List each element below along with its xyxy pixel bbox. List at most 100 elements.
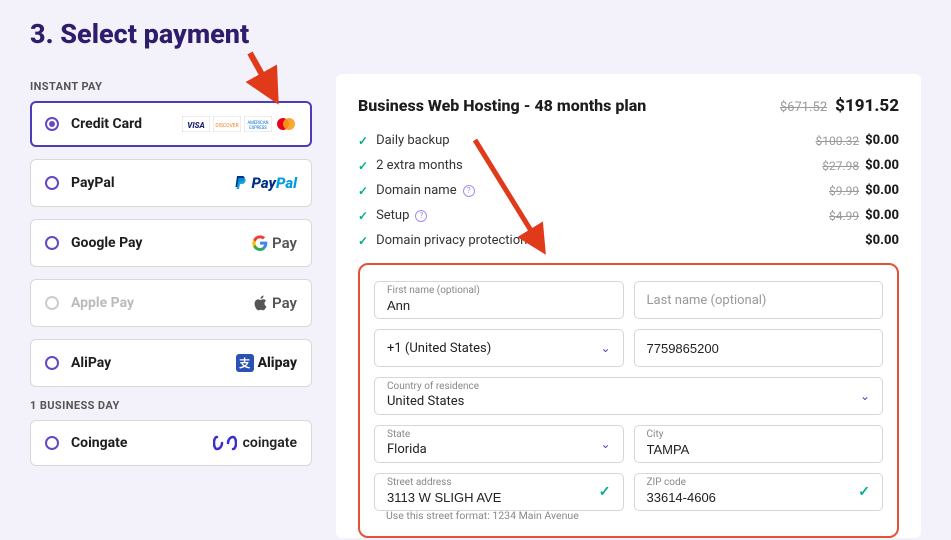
option-label: Google Pay — [71, 235, 252, 251]
country-select[interactable]: Country of residence United States ⌄ — [374, 377, 883, 415]
item-price: $0.00 — [865, 208, 899, 223]
field-placeholder: Last name (optional) — [647, 293, 767, 308]
alipay-text: Alipay — [258, 355, 297, 371]
group-instant: INSTANT PAY — [30, 80, 312, 93]
phone-cc-select[interactable]: +1 (United States) ⌄ — [374, 329, 624, 367]
gpay-logo: Pay — [252, 234, 297, 252]
item-label: Setup — [376, 208, 409, 223]
line-item: ✓ Domain privacy protection $0.00 — [358, 228, 899, 253]
state-select[interactable]: State Florida ⌄ — [374, 425, 624, 463]
plan-title: Business Web Hosting - 48 months plan — [358, 96, 646, 115]
svg-text:DISCOVER: DISCOVER — [215, 123, 238, 129]
apple-icon — [254, 295, 268, 311]
field-label: Country of residence — [387, 381, 479, 392]
check-icon: ✓ — [358, 234, 368, 248]
check-icon: ✓ — [358, 159, 368, 173]
option-label: AliPay — [71, 355, 236, 371]
coingate-icon — [213, 435, 237, 451]
item-old: $27.98 — [822, 159, 859, 173]
check-icon: ✓ — [358, 209, 368, 223]
radio-icon — [45, 117, 59, 131]
item-label: Daily backup — [376, 133, 450, 148]
coingate-logo: coingate — [213, 435, 297, 451]
discover-icon: DISCOVER — [213, 116, 241, 132]
field-label: First name (optional) — [387, 285, 480, 296]
radio-icon — [45, 356, 59, 370]
line-item: ✓ Setup? $4.99 $0.00 — [358, 203, 899, 228]
option-alipay[interactable]: AliPay 支 Alipay — [30, 339, 312, 387]
page-title: 3. Select payment — [30, 18, 921, 50]
field-label: City — [647, 429, 664, 440]
line-item: ✓ Domain name? $9.99 $0.00 — [358, 178, 899, 203]
coingate-text: coingate — [243, 435, 297, 451]
apple-pay-logo: Pay — [254, 294, 297, 312]
info-icon[interactable]: ? — [415, 210, 427, 222]
svg-text:VISA: VISA — [187, 121, 204, 130]
street-input[interactable] — [387, 490, 611, 505]
alipay-logo: 支 Alipay — [236, 354, 297, 372]
gpay-text: Pay — [272, 234, 297, 252]
city-field[interactable]: City — [634, 425, 884, 463]
option-paypal[interactable]: PayPal PayPal — [30, 159, 312, 207]
apay-text: Pay — [272, 294, 297, 312]
chevron-down-icon: ⌄ — [860, 389, 870, 403]
phone-field[interactable] — [634, 329, 884, 367]
valid-check-icon: ✓ — [858, 484, 870, 500]
option-coingate[interactable]: Coingate coingate — [30, 420, 312, 466]
field-label: State — [387, 429, 410, 440]
google-g-icon — [252, 235, 268, 251]
amex-icon: AMERICANEXPRESS — [244, 116, 272, 132]
phone-cc-value: +1 (United States) — [387, 341, 611, 356]
item-price: $0.00 — [865, 233, 899, 248]
option-apple-pay: Apple Pay Pay — [30, 279, 312, 327]
option-google-pay[interactable]: Google Pay Pay — [30, 219, 312, 267]
radio-icon — [45, 236, 59, 250]
zip-input[interactable] — [647, 490, 871, 505]
radio-icon — [45, 176, 59, 190]
item-price: $0.00 — [865, 183, 899, 198]
group-business: 1 BUSINESS DAY — [30, 399, 312, 412]
option-label: Apple Pay — [71, 295, 254, 311]
line-item: ✓ Daily backup $100.32 $0.00 — [358, 128, 899, 153]
item-old: $4.99 — [829, 209, 859, 223]
card-logos: VISA DISCOVER AMERICANEXPRESS — [182, 116, 297, 132]
street-field[interactable]: Street address ✓ — [374, 473, 624, 511]
alipay-icon: 支 — [236, 354, 254, 372]
zip-field[interactable]: ZIP code ✓ — [634, 473, 884, 511]
chevron-down-icon: ⌄ — [600, 341, 610, 355]
option-label: Coingate — [71, 435, 213, 451]
radio-icon — [45, 296, 59, 310]
line-item: ✓ 2 extra months $27.98 $0.00 — [358, 153, 899, 178]
plan-price-old: $671.52 — [780, 100, 827, 115]
check-icon: ✓ — [358, 134, 368, 148]
info-icon[interactable]: ? — [463, 185, 475, 197]
city-input[interactable] — [647, 442, 871, 457]
last-name-field[interactable]: Last name (optional) — [634, 281, 884, 319]
check-icon: ✓ — [358, 184, 368, 198]
svg-text:EXPRESS: EXPRESS — [249, 126, 267, 131]
field-label: Street address — [387, 477, 452, 488]
item-price: $0.00 — [865, 158, 899, 173]
option-label: PayPal — [71, 175, 234, 191]
first-name-field[interactable]: First name (optional) — [374, 281, 624, 319]
field-label: ZIP code — [647, 477, 686, 488]
order-panel: Business Web Hosting - 48 months plan $6… — [336, 74, 921, 538]
plan-price-new: $191.52 — [835, 96, 899, 116]
item-label: 2 extra months — [376, 158, 463, 173]
item-old: $100.32 — [816, 134, 860, 148]
chevron-down-icon: ⌄ — [600, 437, 610, 451]
phone-input[interactable] — [647, 341, 871, 356]
first-name-input[interactable] — [387, 298, 611, 313]
payment-methods: INSTANT PAY Credit Card VISA DISCOVER AM… — [30, 74, 312, 538]
mastercard-icon — [275, 116, 297, 132]
item-old: $9.99 — [829, 184, 859, 198]
plan-price: $671.52 $191.52 — [780, 96, 899, 116]
valid-check-icon: ✓ — [599, 484, 611, 500]
item-price: $0.00 — [865, 133, 899, 148]
item-label: Domain name — [376, 183, 457, 198]
paypal-logo: PayPal — [234, 174, 297, 192]
option-label: Credit Card — [71, 116, 182, 132]
billing-form: First name (optional) Last name (optiona… — [358, 263, 899, 538]
radio-icon — [45, 436, 59, 450]
option-credit-card[interactable]: Credit Card VISA DISCOVER AMERICANEXPRES… — [30, 101, 312, 147]
